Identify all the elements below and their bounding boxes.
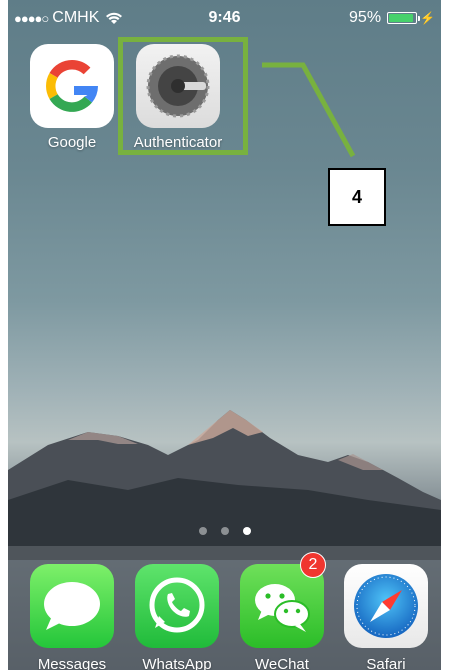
page-dot[interactable] — [242, 527, 251, 535]
app-whatsapp[interactable]: WhatsApp — [129, 564, 225, 670]
app-wechat[interactable]: 2 WeChat — [234, 552, 330, 670]
page-dot[interactable] — [198, 527, 207, 535]
compass-icon — [344, 564, 428, 648]
app-label: WhatsApp — [142, 656, 212, 670]
home-screen: ●●●●○ CMHK 9:46 95% ⚡ Google Authenticat… — [8, 0, 441, 670]
step-callout: 4 — [328, 168, 386, 226]
notification-badge: 2 — [300, 552, 326, 578]
page-indicator[interactable] — [8, 527, 441, 535]
app-label: Safari — [366, 656, 406, 670]
page-dot[interactable] — [220, 527, 229, 535]
app-label: WeChat — [255, 656, 309, 670]
app-safari[interactable]: Safari — [338, 564, 434, 670]
dock: Messages WhatsApp 2 WeChat Safari — [8, 546, 441, 670]
app-label: Messages — [37, 656, 107, 670]
phone-bubble-icon — [135, 564, 219, 648]
app-messages[interactable]: Messages — [24, 564, 120, 670]
step-number: 4 — [351, 186, 362, 207]
speech-bubble-icon — [30, 564, 114, 648]
